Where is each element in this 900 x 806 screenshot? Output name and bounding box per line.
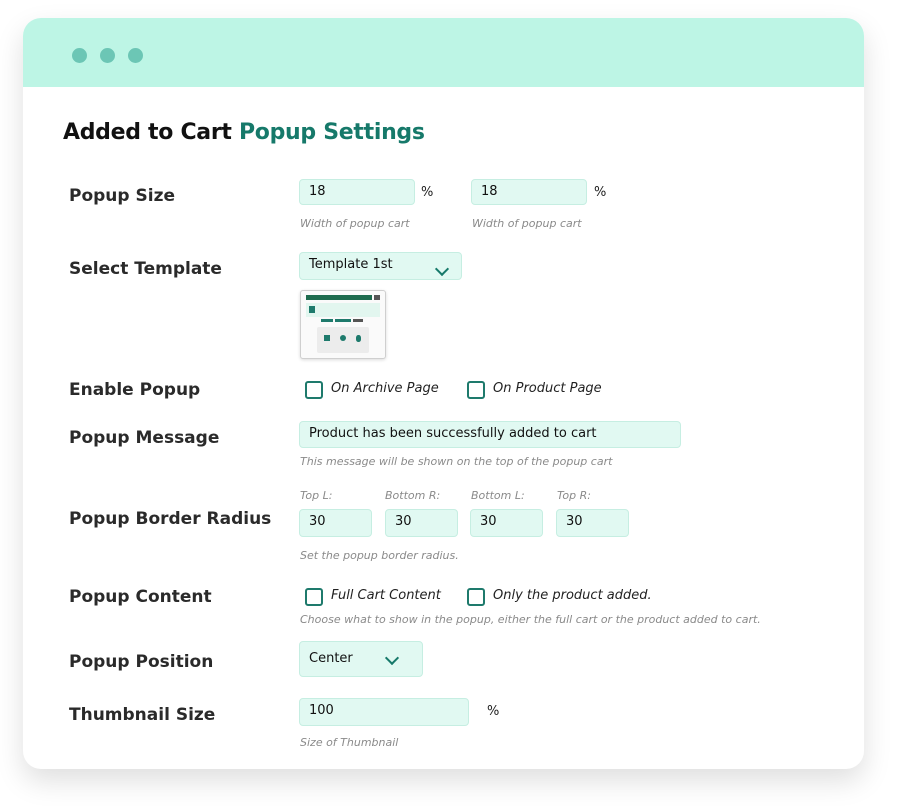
top-right-radius-label: Top R: bbox=[557, 489, 591, 502]
popup-height-unit: % bbox=[594, 185, 607, 200]
popup-width-input[interactable]: 18 bbox=[299, 179, 415, 205]
popup-width-hint: Width of popup cart bbox=[300, 217, 410, 230]
bottom-left-radius-input[interactable]: 30 bbox=[470, 509, 543, 537]
thumbnail-size-input[interactable]: 100 bbox=[299, 698, 469, 726]
top-left-radius-label: Top L: bbox=[300, 489, 333, 502]
template-select-value: Template 1st bbox=[309, 257, 393, 272]
popup-content-hint: Choose what to show in the popup, either… bbox=[300, 613, 761, 626]
position-select-value: Center bbox=[309, 651, 353, 666]
page-title-prefix: Added to Cart bbox=[63, 120, 232, 145]
preview-header-bar bbox=[306, 295, 372, 300]
popup-position-label: Popup Position bbox=[69, 652, 214, 672]
popup-message-label: Popup Message bbox=[69, 428, 220, 448]
border-radius-hint: Set the popup border radius. bbox=[300, 549, 459, 562]
thumbnail-size-label: Thumbnail Size bbox=[69, 705, 216, 725]
preview-button bbox=[353, 319, 363, 322]
preview-product-icon bbox=[324, 335, 330, 341]
preview-button bbox=[321, 319, 333, 322]
page-title-accent: Popup Settings bbox=[238, 120, 425, 145]
product-page-checkbox-label: On Product Page bbox=[493, 381, 602, 396]
popup-message-input[interactable]: Product has been successfully added to c… bbox=[299, 421, 681, 448]
popup-size-label: Popup Size bbox=[69, 186, 175, 206]
window-dot-icon bbox=[100, 48, 115, 63]
bottom-right-radius-input[interactable]: 30 bbox=[385, 509, 458, 537]
product-page-checkbox[interactable] bbox=[467, 381, 485, 399]
preview-shirt-icon bbox=[309, 306, 315, 313]
product-only-checkbox-label: Only the product added. bbox=[493, 588, 652, 603]
popup-content-label: Popup Content bbox=[69, 587, 212, 607]
preview-product-icon bbox=[340, 335, 346, 341]
position-select[interactable]: Center bbox=[299, 641, 423, 677]
bottom-left-radius-label: Bottom L: bbox=[471, 489, 525, 502]
full-cart-checkbox-label: Full Cart Content bbox=[331, 588, 441, 603]
archive-page-checkbox-label: On Archive Page bbox=[331, 381, 439, 396]
bottom-right-radius-label: Bottom R: bbox=[385, 489, 441, 502]
border-radius-label: Popup Border Radius bbox=[69, 509, 272, 529]
chevron-down-icon bbox=[434, 261, 450, 277]
product-only-checkbox[interactable] bbox=[467, 588, 485, 606]
chevron-down-icon bbox=[384, 650, 400, 666]
archive-page-checkbox[interactable] bbox=[305, 381, 323, 399]
thumbnail-size-hint: Size of Thumbnail bbox=[300, 736, 399, 749]
popup-message-hint: This message will be shown on the top of… bbox=[300, 455, 613, 468]
window-dot-icon bbox=[128, 48, 143, 63]
popup-height-input[interactable]: 18 bbox=[471, 179, 587, 205]
template-preview-image bbox=[300, 290, 386, 359]
top-right-radius-input[interactable]: 30 bbox=[556, 509, 629, 537]
full-cart-checkbox[interactable] bbox=[305, 588, 323, 606]
enable-popup-label: Enable Popup bbox=[69, 380, 201, 400]
settings-window: Added to Cart Popup Settings Popup Size … bbox=[23, 18, 864, 769]
select-template-label: Select Template bbox=[69, 259, 222, 279]
preview-product-icon bbox=[356, 335, 361, 342]
preview-product-row bbox=[306, 303, 380, 317]
template-select[interactable]: Template 1st bbox=[299, 252, 462, 280]
top-left-radius-input[interactable]: 30 bbox=[299, 509, 372, 537]
preview-button bbox=[335, 319, 351, 322]
preview-close-icon bbox=[374, 295, 380, 300]
page-title: Added to Cart Popup Settings bbox=[63, 120, 425, 145]
popup-height-hint: Width of popup cart bbox=[472, 217, 582, 230]
window-dot-icon bbox=[72, 48, 87, 63]
thumbnail-size-unit: % bbox=[487, 704, 500, 719]
popup-width-unit: % bbox=[421, 185, 434, 200]
window-titlebar bbox=[23, 18, 864, 87]
